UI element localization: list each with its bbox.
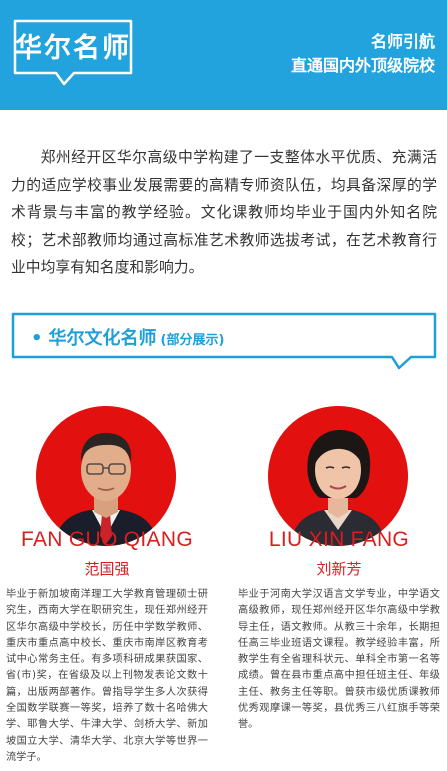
section-title-text: 华尔文化名师 xyxy=(48,328,157,349)
section-banner: • 华尔文化名师 (部分展示) xyxy=(11,311,437,371)
teacher-bio: 毕业于河南大学汉语言文学专业，中学语文高级教师，现任郑州经开区华尔高级中学教导主… xyxy=(238,589,440,731)
header-banner: 华尔名师 名师引航 直通国内外顶级院校 xyxy=(0,0,447,110)
teacher-bio: 毕业于新加坡南洋理工大学教育管理硕士研究生，西南大学在职研究生，现任郑州经开区华… xyxy=(6,589,208,763)
logo: 华尔名师 xyxy=(12,18,134,86)
teacher-name-cn: 刘新芳 xyxy=(316,560,362,578)
section-subtitle: (部分展示) xyxy=(160,333,225,348)
teacher-photo xyxy=(36,406,176,546)
woman-portrait-icon xyxy=(268,406,408,546)
teacher-name-cn: 范国强 xyxy=(84,560,130,578)
teacher-name-en: FAN GUO QIANG xyxy=(21,528,193,551)
logo-text: 华尔名师 xyxy=(15,33,131,64)
section-title: • 华尔文化名师 (部分展示) xyxy=(31,324,224,350)
header-tagline: 名师引航 直通国内外顶级院校 xyxy=(291,30,435,78)
man-portrait-icon xyxy=(36,406,176,546)
intro-paragraph: 郑州经开区华尔高级中学构建了一支整体水平优质、充满活力的适应学校事业发展需要的高… xyxy=(11,144,437,282)
bullet-icon: • xyxy=(31,328,43,349)
teacher-photo xyxy=(268,406,408,546)
intro-text: 郑州经开区华尔高级中学构建了一支整体水平优质、充满活力的适应学校事业发展需要的高… xyxy=(11,149,437,276)
tagline-line-1: 名师引航 xyxy=(370,32,435,51)
teacher-name-en: LIU XIN FANG xyxy=(268,528,410,551)
tagline-line-2: 直通国内外顶级院校 xyxy=(290,56,435,75)
